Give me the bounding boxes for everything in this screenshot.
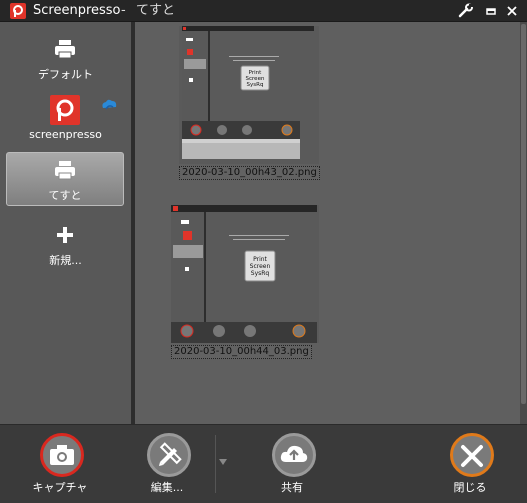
printer-icon [55,40,75,59]
title-bar: Screenpresso - てすと [0,0,527,22]
thumb-key-text: SysRq [247,82,264,88]
camera-icon [50,445,74,465]
edit-button[interactable]: 編集... [127,433,207,499]
printer-icon [55,161,75,180]
sidebar-item-label: 新規... [49,254,82,267]
screenshot-gallery: Print Screen SysRq 2020-03-10_00h43_02.p… [135,22,520,424]
sidebar-item-new[interactable]: 新規... [0,222,131,270]
sidebar-item-tesuto[interactable]: てすと [6,152,124,206]
close-window-icon[interactable] [503,3,521,19]
cloud-upload-icon [280,445,308,462]
close-label: 閉じる [453,481,487,494]
screenshot-thumbnail: Print Screen SysRq [171,205,319,343]
thumb-key-text: SysRq [251,270,270,277]
workspace-title: てすと [136,3,176,18]
pencil-ruler-icon [159,442,182,466]
screenshot-thumbnail: Print Screen SysRq [179,26,319,164]
screenshot-item[interactable]: Print Screen SysRq 2020-03-10_00h43_02.p… [179,26,320,180]
cloud-sync-icon [102,99,117,110]
chevron-down-icon[interactable] [219,459,227,465]
capture-button[interactable]: キャプチャ [20,433,100,499]
sidebar-item-label: デフォルト [38,68,93,81]
edit-label: 編集... [150,481,184,494]
action-toolbar: キャプチャ 編集... 共有 閉じる [0,424,527,503]
close-button[interactable]: 閉じる [430,433,510,499]
sidebar-item-default[interactable]: デフォルト [0,36,131,84]
thumb-key-text: Screen [250,263,271,270]
app-title: Screenpresso [33,3,121,18]
share-button[interactable]: 共有 [252,433,332,499]
capture-label: キャプチャ [32,481,88,494]
workspace-sidebar: デフォルト screenpresso てすと 新規... [0,22,131,424]
screenshot-item[interactable]: Print Screen SysRq 2020-03-10_00h44_03.p… [171,205,319,359]
minimize-icon[interactable] [482,3,500,19]
sidebar-item-screenpresso[interactable]: screenpresso [0,94,131,142]
screenpresso-logo-icon [50,95,80,125]
settings-wrench-icon[interactable] [457,3,475,19]
screenshot-filename[interactable]: 2020-03-10_00h43_02.png [179,166,320,180]
thumb-key-text: Print [253,256,267,263]
screenpresso-app-icon [10,3,26,19]
sidebar-item-label: てすと [48,189,82,202]
sidebar-item-label: screenpresso [29,128,102,141]
scrollbar-thumb[interactable] [521,24,526,404]
plus-icon [57,227,73,243]
title-separator: - [121,3,126,18]
toolbar-separator [215,435,216,493]
close-icon [461,445,483,467]
screenshot-filename[interactable]: 2020-03-10_00h44_03.png [171,345,312,359]
share-label: 共有 [281,481,303,494]
